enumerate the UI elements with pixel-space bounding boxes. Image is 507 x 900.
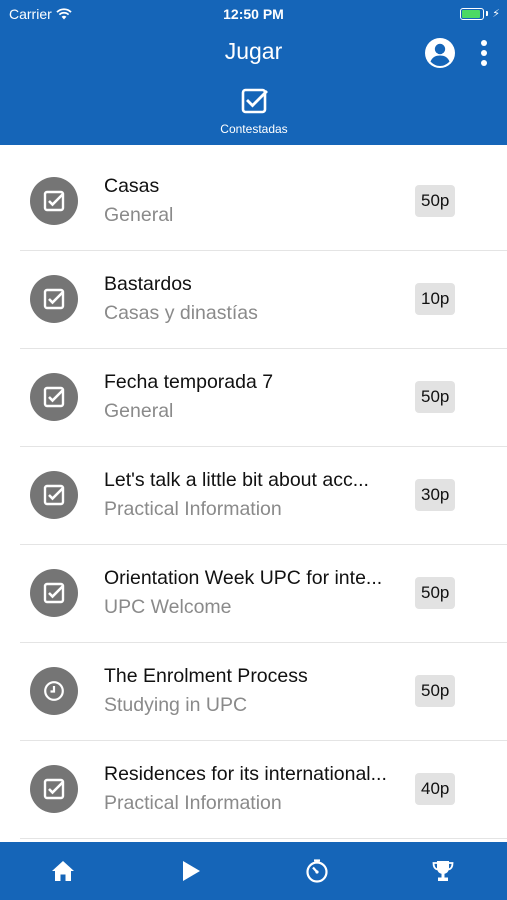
item-icon [30, 177, 78, 225]
item-icon [30, 667, 78, 715]
list-item[interactable]: Orientation Week UPC for inte... UPC Wel… [0, 545, 507, 643]
list-item[interactable]: Casas General 50p [0, 153, 507, 251]
item-subtitle: Studying in UPC [104, 694, 248, 716]
check-box-icon [43, 582, 65, 604]
status-time: 12:50 PM [223, 6, 284, 22]
check-box-icon [43, 190, 65, 212]
item-subtitle: Casas y dinastías [104, 302, 258, 324]
clock-icon [44, 681, 64, 701]
item-subtitle: General [104, 204, 174, 226]
item-icon [30, 471, 78, 519]
item-icon [30, 373, 78, 421]
status-bar: Carrier 12:50 PM ⚡ [0, 0, 507, 28]
account-circle-icon[interactable] [424, 37, 456, 69]
question-list: Casas General 50p Bastardos Casas y dina… [0, 153, 507, 840]
list-item[interactable]: Bastardos Casas y dinastías 10p [0, 251, 507, 349]
item-subtitle: General [104, 400, 174, 422]
item-icon [30, 765, 78, 813]
points-badge: 50p [415, 577, 456, 609]
item-title: Casas [104, 175, 160, 197]
item-title: Fecha temporada 7 [104, 371, 274, 393]
check-box-icon [43, 386, 65, 408]
battery-fill [462, 9, 481, 18]
list-item[interactable]: The Enrolment Process Studying in UPC 50… [0, 643, 507, 741]
check-box-icon [241, 88, 268, 114]
points-badge: 50p [415, 381, 456, 413]
item-title: Let's talk a little bit about acc... [104, 469, 369, 491]
timer-icon [305, 859, 328, 883]
app-header: Carrier 12:50 PM ⚡ Jugar Contestadas [0, 0, 507, 145]
item-icon [30, 275, 78, 323]
item-title: The Enrolment Process [104, 665, 308, 687]
item-subtitle: Practical Information [104, 498, 282, 520]
list-item[interactable]: Residences for its international... Prac… [0, 741, 507, 839]
item-title: Bastardos [104, 273, 192, 295]
battery-tip [486, 11, 489, 16]
home-icon [52, 861, 74, 881]
check-box-icon [43, 288, 65, 310]
nav-timer[interactable] [254, 842, 380, 900]
bottom-navigation [0, 842, 507, 900]
nav-home[interactable] [0, 842, 126, 900]
points-badge: 50p [415, 185, 456, 217]
points-badge: 10p [415, 283, 456, 315]
item-title: Residences for its international... [104, 763, 387, 785]
points-badge: 40p [415, 773, 456, 805]
tab-label: Contestadas [220, 122, 288, 136]
check-box-icon [43, 484, 65, 506]
more-vertical-icon[interactable] [474, 38, 494, 68]
battery-indicator: ⚡ [460, 7, 500, 20]
nav-play[interactable] [127, 842, 253, 900]
list-item[interactable]: Let's talk a little bit about acc... Pra… [0, 447, 507, 545]
item-icon [30, 569, 78, 617]
trophy-icon [432, 861, 454, 881]
item-title: Orientation Week UPC for inte... [104, 567, 383, 589]
nav-ranking[interactable] [380, 842, 506, 900]
tab-contestadas[interactable]: Contestadas [204, 86, 304, 142]
check-box-icon [43, 778, 65, 800]
item-subtitle: Practical Information [104, 792, 282, 814]
row-divider [20, 838, 507, 839]
charging-icon: ⚡ [492, 8, 500, 20]
points-badge: 50p [415, 675, 456, 707]
points-badge: 30p [415, 479, 456, 511]
battery-icon [460, 7, 485, 20]
play-icon [182, 861, 200, 881]
item-subtitle: UPC Welcome [104, 596, 232, 618]
list-item[interactable]: Fecha temporada 7 General 50p [0, 349, 507, 447]
